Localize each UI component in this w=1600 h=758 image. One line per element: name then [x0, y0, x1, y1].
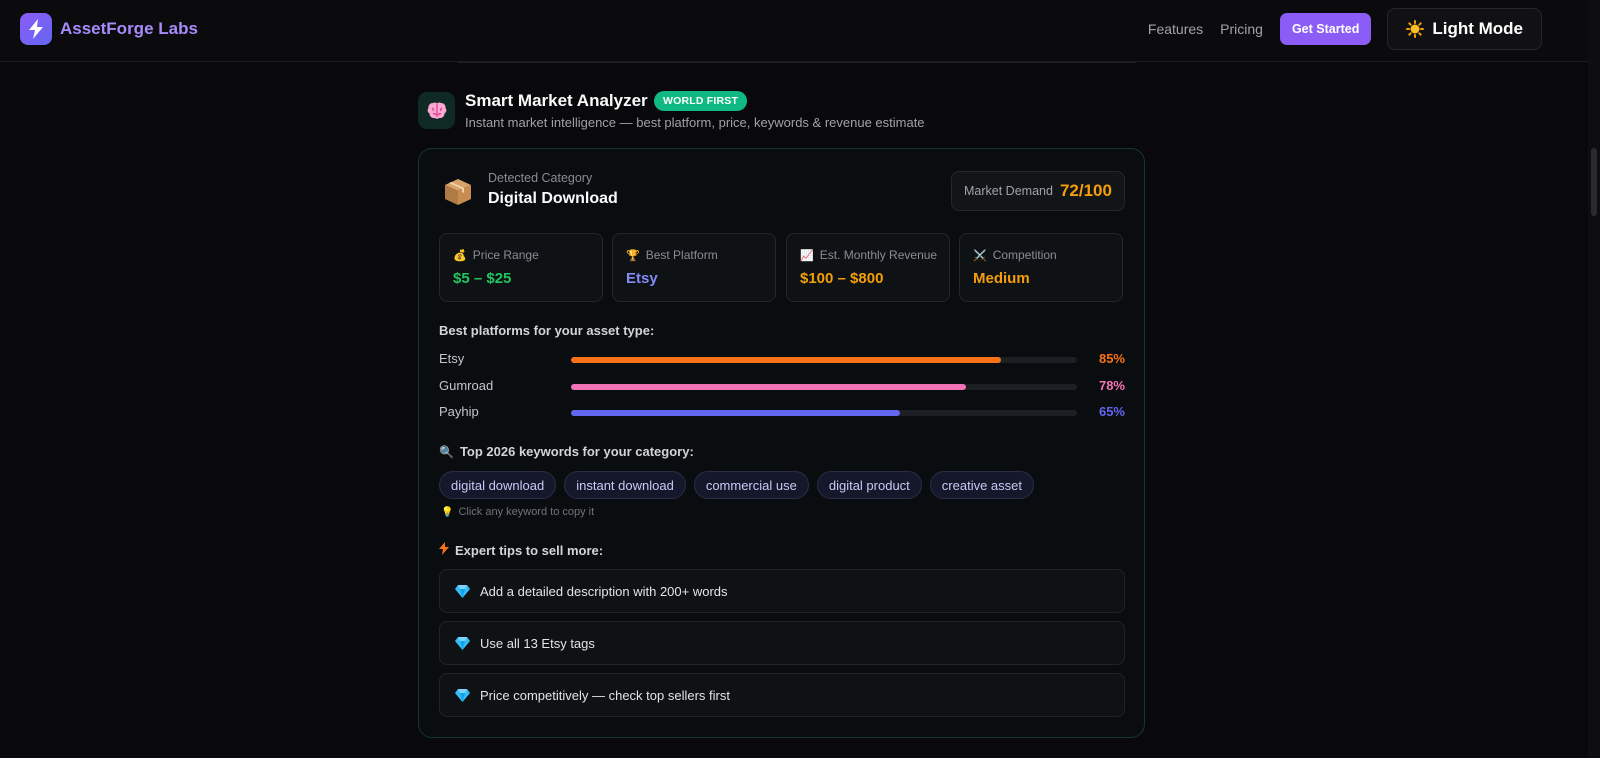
- keyword-list: digital download instant download commer…: [439, 471, 1042, 499]
- gem-icon: [455, 584, 470, 598]
- platform-percent: 65%: [1098, 404, 1125, 419]
- stat-value: $5 – $25: [453, 270, 512, 287]
- keywords-title: 🔍 Top 2026 keywords for your category:: [439, 444, 694, 459]
- tip-item: Use all 13 Etsy tags: [439, 621, 1125, 665]
- page-title: Smart Market Analyzer: [465, 91, 648, 110]
- money-bag-icon: 💰: [453, 249, 467, 262]
- stat-label-row: 🏆 Best Platform: [626, 248, 718, 262]
- stat-label: Competition: [992, 248, 1057, 262]
- sun-icon: [1406, 20, 1425, 38]
- divider: [458, 62, 1136, 63]
- theme-toggle-button[interactable]: Light Mode: [1387, 8, 1542, 50]
- tip-text: Use all 13 Etsy tags: [480, 635, 595, 651]
- platform-name: Etsy: [439, 351, 465, 366]
- stat-label: Best Platform: [645, 248, 718, 262]
- stat-best-platform: 🏆 Best Platform Etsy: [612, 233, 776, 302]
- platform-percent: 78%: [1098, 378, 1125, 393]
- tips-title: Expert tips to sell more:: [439, 542, 603, 558]
- brand[interactable]: AssetForge Labs: [20, 13, 198, 45]
- keyword-chip[interactable]: commercial use: [693, 471, 809, 499]
- platform-bar-track: [571, 384, 1077, 390]
- market-demand-label: Market Demand: [964, 184, 1053, 198]
- platform-bar-track: [571, 410, 1077, 416]
- platform-bar-fill: [571, 384, 966, 390]
- stat-value: Medium: [973, 270, 1030, 287]
- keyword-chip[interactable]: digital product: [816, 471, 922, 499]
- world-first-badge: WORLD FIRST: [654, 91, 748, 111]
- nav-link-features[interactable]: Features: [1148, 21, 1203, 37]
- platforms-title: Best platforms for your asset type:: [439, 323, 655, 338]
- platform-row-payhip: Payhip 65%: [439, 403, 1125, 421]
- tip-item: Price competitively — check top sellers …: [439, 673, 1125, 717]
- scrollbar-thumb[interactable]: [1591, 148, 1597, 216]
- tip-text: Price competitively — check top sellers …: [480, 687, 730, 703]
- tip-item: Add a detailed description with 200+ wor…: [439, 569, 1125, 613]
- lightning-icon: [439, 542, 449, 558]
- brain-icon: [418, 92, 455, 129]
- magnifier-icon: 🔍: [439, 444, 454, 459]
- keyword-chip[interactable]: digital download: [439, 471, 557, 499]
- keywords-title-text: Top 2026 keywords for your category:: [459, 444, 694, 459]
- nav-links: Features Pricing Get Started Light Mode: [1148, 8, 1542, 50]
- platform-bar-fill: [571, 410, 900, 416]
- lightning-bolt-icon: [20, 13, 52, 45]
- stat-label: Est. Monthly Revenue: [819, 248, 938, 262]
- get-started-button[interactable]: Get Started: [1279, 13, 1372, 45]
- nav-link-pricing[interactable]: Pricing: [1220, 21, 1263, 37]
- crossed-swords-icon: ⚔️: [973, 249, 987, 262]
- keyword-chip[interactable]: instant download: [564, 471, 686, 499]
- category-label: Detected Category: [488, 171, 593, 185]
- platform-percent: 85%: [1098, 351, 1125, 366]
- package-icon: [443, 177, 473, 207]
- stat-label-row: 📈 Est. Monthly Revenue: [800, 248, 937, 262]
- analyzer-card: Detected Category Digital Download Marke…: [418, 148, 1145, 738]
- category-value: Digital Download: [488, 190, 618, 207]
- gem-icon: [455, 636, 470, 650]
- chart-up-icon: 📈: [800, 249, 814, 262]
- keyword-chip[interactable]: creative asset: [929, 471, 1034, 499]
- platform-bar-fill: [571, 357, 1002, 363]
- stat-label-row: 💰 Price Range: [453, 248, 539, 262]
- keyword-hint-text: Click any keyword to copy it: [458, 506, 595, 518]
- platform-name: Payhip: [439, 404, 479, 419]
- tips-title-text: Expert tips to sell more:: [455, 542, 604, 558]
- gem-icon: [455, 688, 470, 702]
- platform-row-gumroad: Gumroad 78%: [439, 377, 1125, 395]
- market-demand-box: Market Demand 72/100: [951, 171, 1125, 211]
- platform-bar-track: [571, 357, 1077, 363]
- market-demand-value: 72/100: [1059, 181, 1112, 200]
- theme-toggle-label: Light Mode: [1432, 19, 1523, 38]
- platform-row-etsy: Etsy 85%: [439, 350, 1125, 368]
- stat-competition: ⚔️ Competition Medium: [959, 233, 1123, 302]
- stat-label-row: ⚔️ Competition: [973, 248, 1057, 262]
- brand-name: AssetForge Labs: [60, 19, 198, 38]
- keyword-hint: 💡 Click any keyword to copy it: [441, 506, 594, 518]
- trophy-icon: 🏆: [626, 249, 640, 262]
- navbar: AssetForge Labs Features Pricing Get Sta…: [0, 0, 1588, 62]
- tip-text: Add a detailed description with 200+ wor…: [480, 583, 728, 599]
- lightbulb-icon: 💡: [441, 506, 454, 518]
- stat-monthly-revenue: 📈 Est. Monthly Revenue $100 – $800: [786, 233, 950, 302]
- stat-value: Etsy: [626, 270, 658, 287]
- stat-label: Price Range: [472, 248, 539, 262]
- page-subtitle: Instant market intelligence — best platf…: [465, 115, 925, 130]
- scrollbar[interactable]: [1588, 0, 1600, 758]
- stat-price-range: 💰 Price Range $5 – $25: [439, 233, 603, 302]
- app-window: AssetForge Labs Features Pricing Get Sta…: [0, 0, 1600, 758]
- platform-name: Gumroad: [439, 378, 494, 393]
- stat-value: $100 – $800: [800, 270, 884, 287]
